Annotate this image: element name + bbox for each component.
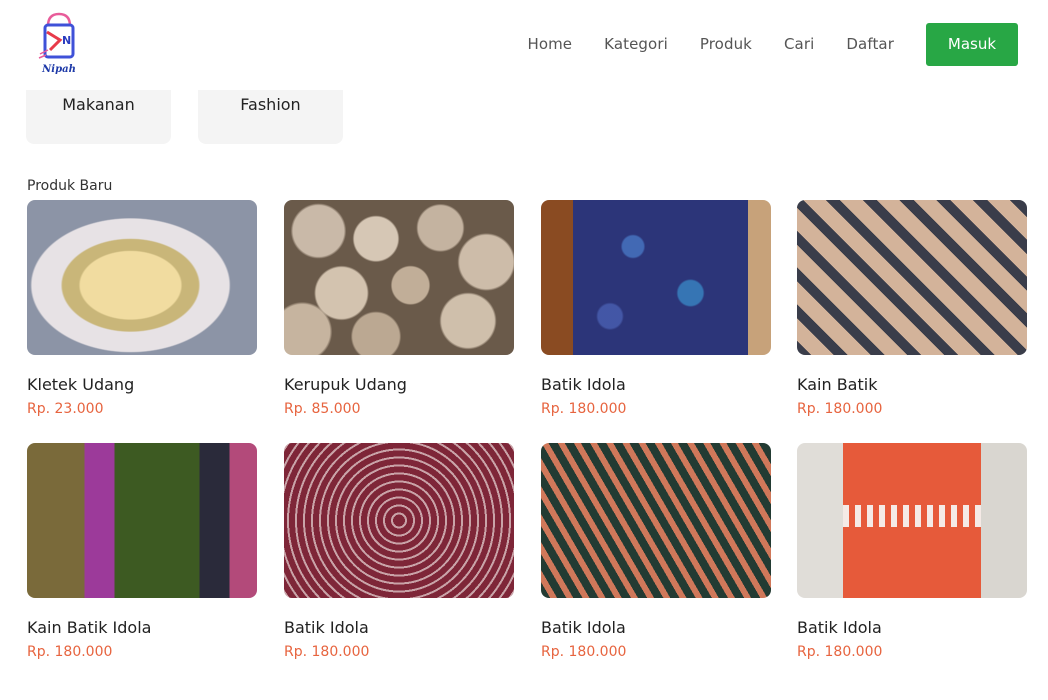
product-card[interactable]: Batik Idola Rp. 180.000: [284, 443, 514, 660]
product-price: Rp. 180.000: [541, 401, 627, 417]
nav-home[interactable]: Home: [527, 35, 572, 53]
product-name[interactable]: Batik Idola: [797, 618, 1027, 637]
product-card[interactable]: Kerupuk Udang Rp. 85.000: [284, 200, 514, 417]
nav-daftar[interactable]: Daftar: [846, 35, 894, 53]
product-image[interactable]: [797, 200, 1027, 355]
category-fashion[interactable]: Fashion: [198, 90, 343, 144]
product-price: Rp. 180.000: [27, 644, 113, 660]
product-image[interactable]: [27, 443, 257, 598]
product-name[interactable]: Batik Idola: [541, 618, 771, 637]
product-card[interactable]: Batik Idola Rp. 180.000: [541, 443, 771, 660]
product-price: Rp. 180.000: [541, 644, 627, 660]
product-card[interactable]: Batik Idola Rp. 180.000: [797, 443, 1027, 660]
product-name[interactable]: Batik Idola: [541, 375, 771, 394]
product-name[interactable]: Kain Batik Idola: [27, 618, 257, 637]
product-name[interactable]: Kain Batik: [797, 375, 1027, 394]
nav-kategori[interactable]: Kategori: [604, 35, 668, 53]
product-card[interactable]: Batik Idola Rp. 180.000: [541, 200, 771, 417]
product-name[interactable]: Kletek Udang: [27, 375, 257, 394]
product-card[interactable]: Kain Batik Rp. 180.000: [797, 200, 1027, 417]
product-image[interactable]: [284, 200, 514, 355]
product-image[interactable]: [27, 200, 257, 355]
product-card[interactable]: Kletek Udang Rp. 23.000: [27, 200, 257, 417]
section-title: Produk Baru: [27, 178, 113, 194]
product-price: Rp. 180.000: [284, 644, 370, 660]
svg-text:N: N: [62, 34, 71, 47]
product-name[interactable]: Batik Idola: [284, 618, 514, 637]
nav-produk[interactable]: Produk: [700, 35, 752, 53]
product-image[interactable]: [541, 443, 771, 598]
brand-logo[interactable]: N Nipah: [38, 10, 80, 80]
product-image[interactable]: [284, 443, 514, 598]
brand-name: Nipah: [42, 64, 76, 75]
nav-cari[interactable]: Cari: [784, 35, 814, 53]
product-image[interactable]: [541, 200, 771, 355]
site-header: N Nipah Home Kategori Produk Cari Daftar…: [0, 0, 1048, 88]
product-name[interactable]: Kerupuk Udang: [284, 375, 514, 394]
product-image[interactable]: [797, 443, 1027, 598]
product-price: Rp. 180.000: [797, 401, 883, 417]
main-nav: Home Kategori Produk Cari Daftar Masuk: [527, 22, 1018, 66]
product-price: Rp. 23.000: [27, 401, 104, 417]
product-price: Rp. 85.000: [284, 401, 361, 417]
category-makanan[interactable]: Makanan: [26, 90, 171, 144]
login-button[interactable]: Masuk: [926, 22, 1018, 66]
shopping-bag-icon: N: [38, 12, 75, 59]
product-card[interactable]: Kain Batik Idola Rp. 180.000: [27, 443, 257, 660]
product-price: Rp. 180.000: [797, 644, 883, 660]
